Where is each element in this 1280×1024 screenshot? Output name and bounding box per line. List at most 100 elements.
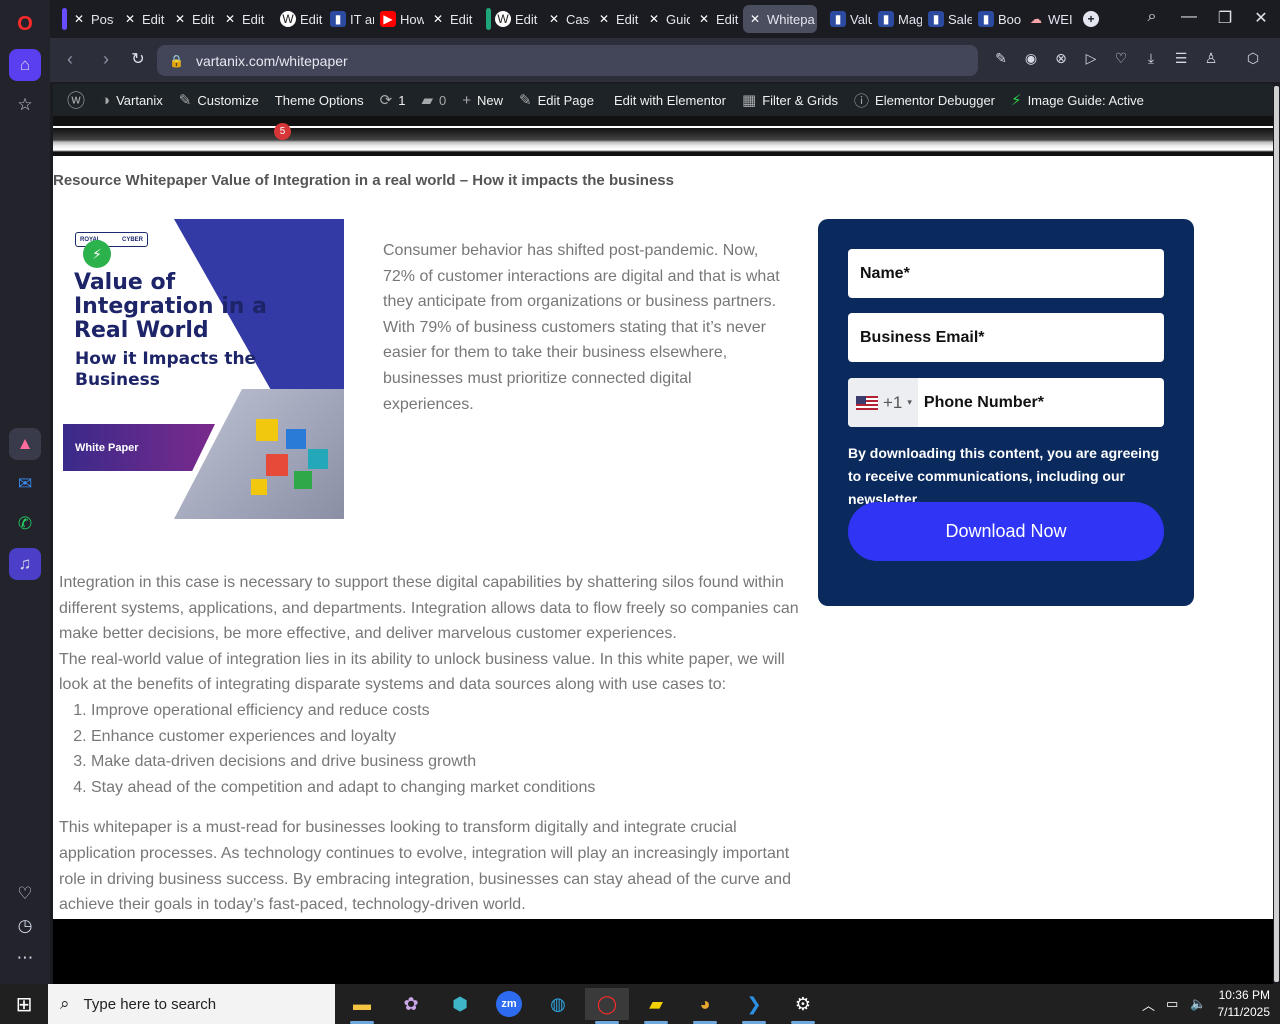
tab-2[interactable]: ✕ Edit: [168, 5, 216, 33]
tab-10[interactable]: ✕ Edit: [592, 5, 640, 33]
site-name-button[interactable]: ◑ Vartanix: [93, 84, 171, 116]
tab-9[interactable]: ✕ Case: [542, 5, 590, 33]
sticky-notes-icon[interactable]: ▰: [634, 988, 678, 1024]
tray-chevron-icon[interactable]: ︿: [1142, 984, 1155, 1024]
favorite-heart-icon[interactable]: ♡: [1111, 50, 1131, 67]
extensions-cube-icon[interactable]: ⬡: [1243, 50, 1263, 67]
home-icon[interactable]: ⌂: [9, 49, 41, 81]
search-tabs-icon[interactable]: ⌕: [1140, 8, 1164, 26]
zoom-icon[interactable]: zm: [487, 988, 531, 1020]
filter-grids-button[interactable]: ▦ Filter & Grids: [734, 84, 846, 116]
tab-13-active[interactable]: ✕ Whitepa: [743, 5, 817, 33]
windows-start-icon[interactable]: ⊞: [2, 988, 46, 1020]
info-icon: ⓘ: [854, 92, 870, 110]
edit-page-button[interactable]: ✎ Edit Page: [511, 84, 602, 116]
tab-label: IT ar: [350, 11, 374, 27]
url-field[interactable]: 🔒 vartanix.com/whitepaper: [157, 45, 978, 76]
tab-14[interactable]: ▮ Valu: [826, 5, 872, 33]
name-field[interactable]: Name*: [848, 249, 1164, 298]
send-icon[interactable]: ▷: [1081, 50, 1101, 67]
tab-8[interactable]: W Edit: [482, 5, 538, 33]
messenger-icon[interactable]: ✉: [9, 468, 41, 500]
browser-sidebar: O ⌂ ☆ ▲ ✉ ✆ ♫ ♡ ◷ ⋯: [0, 0, 50, 984]
country-code-select[interactable]: +1 ▾: [848, 378, 918, 427]
reload-icon[interactable]: ↻: [127, 49, 149, 69]
taskbar-search[interactable]: ⌕ Type here to search: [48, 984, 335, 1024]
updates-button[interactable]: ⟳ 1: [372, 84, 414, 116]
address-bar: ‹ › ↻ 🔒 vartanix.com/whitepaper ✎ ◉ ⊗ ▷ …: [50, 38, 1280, 82]
minimize-icon[interactable]: —: [1177, 8, 1201, 26]
paint-icon[interactable]: ✿: [389, 988, 433, 1020]
updates-count: 1: [398, 92, 406, 108]
whatsapp-icon[interactable]: ✆: [9, 508, 41, 540]
comments-button[interactable]: ▰ 0: [413, 84, 454, 116]
camera-icon[interactable]: ◉: [1021, 50, 1041, 67]
tab-4[interactable]: W Edit: [276, 5, 324, 33]
tab-label: Guid: [666, 11, 690, 27]
chrome-icon[interactable]: ◕: [683, 988, 727, 1024]
logo-right: CYBER: [121, 236, 143, 243]
aria-icon[interactable]: ▲: [9, 428, 41, 460]
maximize-icon[interactable]: ❐: [1213, 8, 1237, 28]
more-icon[interactable]: ⋯: [9, 942, 41, 974]
edit-elementor-button[interactable]: Edit with Elementor: [602, 84, 734, 116]
opera-taskbar-icon[interactable]: ◯: [585, 988, 629, 1024]
theme-options-button[interactable]: Theme Options: [267, 84, 372, 116]
wp-logo-button[interactable]: ⓦ: [59, 84, 93, 116]
intro-paragraph-1: Consumer behavior has shifted post-pande…: [383, 242, 780, 311]
network-icon[interactable]: ▭: [1166, 984, 1178, 1024]
tab-6[interactable]: ▶ How: [376, 5, 424, 33]
scrollbar-thumb[interactable]: [1274, 86, 1279, 982]
tab-1[interactable]: ✕ Edit: [118, 5, 166, 33]
volume-icon[interactable]: 🔈: [1190, 984, 1206, 1024]
intro-paragraph-2: With 79% of business customers stating t…: [383, 318, 766, 413]
star-icon[interactable]: ☆: [9, 89, 41, 121]
tab-12[interactable]: ✕ Edit: [692, 5, 740, 33]
app-hex-icon[interactable]: ⬢: [438, 988, 482, 1020]
tab-15[interactable]: ▮ Mag: [874, 5, 922, 33]
customize-button[interactable]: ✎ Customize: [171, 84, 267, 116]
tab-0[interactable]: ✕ Post: [58, 5, 114, 33]
history-icon[interactable]: ◷: [9, 910, 41, 942]
forward-icon[interactable]: ›: [95, 49, 117, 70]
tab-5[interactable]: ▮ IT ar: [326, 5, 374, 33]
body-text: Integration in this case is necessary to…: [59, 570, 809, 918]
new-tab-button[interactable]: +: [1080, 5, 1102, 33]
list-item: Enhance customer experiences and loyalty: [91, 724, 809, 750]
email-field[interactable]: Business Email*: [848, 313, 1164, 362]
back-icon[interactable]: ‹: [59, 49, 81, 70]
snapshot-edit-icon[interactable]: ✎: [991, 50, 1011, 67]
adblock-icon[interactable]: ⊗: [1051, 50, 1071, 67]
theme-options-label: Theme Options: [274, 92, 364, 108]
edge-icon[interactable]: ◍: [536, 988, 580, 1020]
clock-time: 10:36 PM: [1218, 988, 1270, 1002]
close-window-icon[interactable]: ✕: [1249, 8, 1273, 28]
easy-setup-icon[interactable]: ☰: [1171, 50, 1191, 67]
tab-7[interactable]: ✕ Edit: [426, 5, 474, 33]
opera-logo-icon[interactable]: O: [9, 8, 41, 40]
settings-gear-icon[interactable]: ⚙: [781, 988, 825, 1024]
clock[interactable]: 10:36 PM 7/11/2025: [1214, 984, 1271, 1024]
doc-icon: ▮: [878, 11, 894, 27]
tab-label: Edit: [192, 11, 215, 27]
new-content-button[interactable]: + New: [454, 84, 511, 116]
music-icon[interactable]: ♫: [9, 548, 41, 580]
heart-icon[interactable]: ♡: [9, 878, 41, 910]
body-paragraph-3: This whitepaper is a must-read for busin…: [59, 819, 791, 914]
vscode-icon[interactable]: ❯: [732, 988, 776, 1024]
tab-16[interactable]: ▮ Sale: [924, 5, 972, 33]
tab-label: Sale: [948, 11, 972, 27]
file-explorer-icon[interactable]: ▬: [340, 988, 384, 1024]
download-now-button[interactable]: Download Now: [848, 502, 1164, 561]
download-icon[interactable]: ⤓: [1141, 50, 1161, 67]
profile-icon[interactable]: ♙: [1201, 50, 1221, 67]
tab-3[interactable]: ✕ Edit: [218, 5, 266, 33]
tab-11[interactable]: ✕ Guid: [642, 5, 690, 33]
url-text: vartanix.com/whitepaper: [195, 52, 348, 69]
tab-18[interactable]: ☁ WEI: [1024, 5, 1072, 33]
search-placeholder: Type here to search: [83, 995, 217, 1013]
phone-field[interactable]: +1 ▾ Phone Number*: [848, 378, 1164, 427]
image-guide-button[interactable]: ⚡ Image Guide: Active: [1003, 84, 1152, 116]
tab-17[interactable]: ▮ Boo: [974, 5, 1022, 33]
elementor-debugger-button[interactable]: ⓘ Elementor Debugger: [846, 84, 1003, 116]
